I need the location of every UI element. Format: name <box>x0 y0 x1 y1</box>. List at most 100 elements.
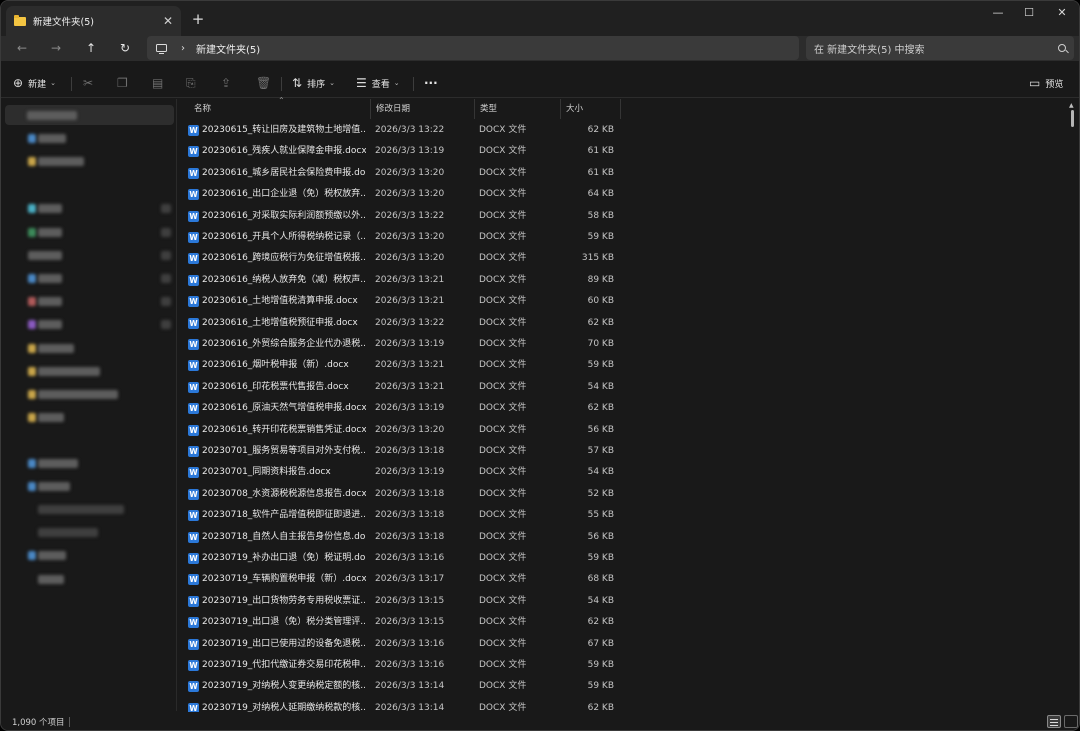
table-row[interactable]: W 20230719_补办出口退（免）税证明.do... 2026/3/3 13:1… <box>186 548 620 569</box>
table-row[interactable]: W 20230616_跨境应税行为免征增值税报... 2026/3/3 13:20 D… <box>186 248 620 269</box>
file-name[interactable]: 20230719_出口已使用过的设备免退税... <box>202 634 366 655</box>
file-name[interactable]: 20230701_服务贸易等项目对外支付税... <box>202 441 366 462</box>
sidebar-item-blurred[interactable] <box>38 320 62 329</box>
file-name[interactable]: 20230719_补办出口退（免）税证明.do... <box>202 548 366 569</box>
table-row[interactable]: W 20230719_出口货物劳务专用税收票证... 2026/3/3 13:15 D… <box>186 591 620 612</box>
new-tab-button[interactable]: + <box>189 10 207 28</box>
sidebar-item-blurred[interactable] <box>38 204 62 213</box>
sidebar-item-blurred[interactable] <box>38 482 70 491</box>
file-name[interactable]: 20230616_城乡居民社会保险费申报.do... <box>202 163 366 184</box>
breadcrumb-separator-icon[interactable]: › <box>181 43 185 54</box>
file-name[interactable]: 20230616_跨境应税行为免征增值税报... <box>202 248 366 269</box>
table-row[interactable]: W 20230719_对纳税人变更纳税定额的核... 2026/3/3 13:14 D… <box>186 676 620 697</box>
column-divider[interactable] <box>620 99 621 119</box>
search-placeholder[interactable]: 在 新建文件夹(5) 中搜索 <box>814 41 1058 56</box>
search-box[interactable]: 在 新建文件夹(5) 中搜索 <box>806 36 1074 60</box>
file-name[interactable]: 20230616_开具个人所得税纳税记录（... <box>202 227 366 248</box>
file-name[interactable]: 20230615_转让旧房及建筑物土地增值... <box>202 120 366 141</box>
delete-button[interactable]: 🗑 <box>256 73 276 93</box>
tab-folder[interactable]: 新建文件夹(5) ✕ <box>6 6 181 36</box>
file-name[interactable]: 20230616_原油天然气增值税申报.docx <box>202 398 366 419</box>
column-header-date[interactable]: 修改日期 <box>370 99 474 119</box>
sidebar-item-blurred[interactable] <box>38 344 74 353</box>
file-name[interactable]: 20230719_出口货物劳务专用税收票证... <box>202 591 366 612</box>
file-name[interactable]: 20230616_出口企业退（免）税权放弃... <box>202 184 366 205</box>
table-row[interactable]: W 20230616_转开印花税票销售凭证.docx 2026/3/3 13:20 D… <box>186 420 620 441</box>
table-row[interactable]: W 20230615_转让旧房及建筑物土地增值... 2026/3/3 13:22 D… <box>186 120 620 141</box>
table-row[interactable]: W 20230719_出口退（免）税分类管理评... 2026/3/3 13:15 D… <box>186 612 620 633</box>
large-icons-view-button[interactable] <box>1064 715 1078 728</box>
file-name[interactable]: 20230616_烟叶税申报（新）.docx <box>202 355 366 376</box>
table-row[interactable]: W 20230616_烟叶税申报（新）.docx 2026/3/3 13:21 DOC… <box>186 355 620 376</box>
column-header-type[interactable]: 类型 <box>474 99 560 119</box>
table-row[interactable]: W 20230708_水资源税税源信息报告.docx 2026/3/3 13:18 D… <box>186 484 620 505</box>
sidebar-item-blurred[interactable] <box>27 111 77 120</box>
table-row[interactable]: W 20230616_城乡居民社会保险费申报.do... 2026/3/3 13:2… <box>186 163 620 184</box>
rename-button[interactable]: ⎘ <box>186 73 201 93</box>
sidebar-item-blurred[interactable] <box>38 367 100 376</box>
sidebar-item-blurred[interactable] <box>38 551 66 560</box>
address-bar[interactable]: › 新建文件夹(5) <box>147 36 799 60</box>
column-header-name[interactable]: 名称 <box>188 99 372 119</box>
sidebar-item-blurred[interactable] <box>38 228 62 237</box>
file-name[interactable]: 20230616_对采取实际利润额预缴以外... <box>202 206 366 227</box>
file-name[interactable]: 20230719_对纳税人变更纳税定额的核... <box>202 676 366 697</box>
file-name[interactable]: 20230719_出口退（免）税分类管理评... <box>202 612 366 633</box>
table-row[interactable]: W 20230719_车辆购置税申报（新）.docx 2026/3/3 13:17 D… <box>186 569 620 590</box>
more-options-button[interactable]: ··· <box>424 73 438 93</box>
up-button[interactable]: ↑ <box>78 36 104 61</box>
forward-button[interactable]: → <box>43 36 69 61</box>
sidebar-item-blurred[interactable] <box>38 157 84 166</box>
maximize-button-real[interactable]: ☐ <box>1012 1 1046 25</box>
table-row[interactable]: W 20230616_开具个人所得税纳税记录（... 2026/3/3 13:20 D… <box>186 227 620 248</box>
sidebar-item-blurred[interactable] <box>38 274 62 283</box>
scroll-up-icon[interactable]: ▲ <box>1069 102 1074 109</box>
sidebar-item-blurred[interactable] <box>38 390 118 399</box>
this-pc-icon[interactable] <box>156 44 167 55</box>
file-name[interactable]: 20230719_代扣代缴证券交易印花税申... <box>202 655 366 676</box>
file-name[interactable]: 20230616_外贸综合服务企业代办退税... <box>202 334 366 355</box>
sidebar-item-blurred[interactable] <box>38 413 64 422</box>
file-name[interactable]: 20230719_车辆购置税申报（新）.docx <box>202 569 366 590</box>
sidebar-item-blurred[interactable] <box>38 575 64 584</box>
close-window-button[interactable]: ✕ <box>1045 1 1079 25</box>
table-row[interactable]: W 20230616_残疾人就业保障金申报.docx 2026/3/3 13:19 D… <box>186 141 620 162</box>
table-row[interactable]: W 20230701_服务贸易等项目对外支付税... 2026/3/3 13:18 D… <box>186 441 620 462</box>
file-name[interactable]: 20230616_印花税票代售报告.docx <box>202 377 366 398</box>
table-row[interactable]: W 20230616_土地增值税清算申报.docx 2026/3/3 13:21 DO… <box>186 291 620 312</box>
sort-button[interactable]: ⇅ 排序 ⌄ <box>292 73 335 93</box>
table-row[interactable]: W 20230718_软件产品增值税即征即退进... 2026/3/3 13:18 D… <box>186 505 620 526</box>
file-name[interactable]: 20230616_残疾人就业保障金申报.docx <box>202 141 366 162</box>
view-button[interactable]: ☰ 查看 ⌄ <box>356 73 400 93</box>
sidebar-item-blurred[interactable] <box>38 297 62 306</box>
back-button[interactable]: ← <box>9 36 35 61</box>
table-row[interactable]: W 20230718_自然人自主报告身份信息.do... 2026/3/3 13:1… <box>186 527 620 548</box>
file-name[interactable]: 20230708_水资源税税源信息报告.docx <box>202 484 366 505</box>
vertical-scrollbar[interactable] <box>1071 110 1074 127</box>
file-name[interactable]: 20230616_土地增值税清算申报.docx <box>202 291 366 312</box>
copy-button[interactable]: ❐ <box>117 73 133 93</box>
sidebar-item-blurred[interactable] <box>38 459 78 468</box>
paste-button[interactable]: ▤ <box>152 73 168 93</box>
refresh-button[interactable]: ↻ <box>112 36 138 61</box>
file-name[interactable]: 20230616_转开印花税票销售凭证.docx <box>202 420 366 441</box>
column-header-size[interactable]: 大小 <box>560 99 620 119</box>
file-name[interactable]: 20230616_土地增值税预征申报.docx <box>202 313 366 334</box>
file-name[interactable]: 20230616_纳税人放弃免（减）税权声... <box>202 270 366 291</box>
details-view-button[interactable] <box>1047 715 1061 728</box>
new-button[interactable]: ⊕ 新建 ⌄ <box>13 73 56 93</box>
table-row[interactable]: W 20230616_外贸综合服务企业代办退税... 2026/3/3 13:19 D… <box>186 334 620 355</box>
sidebar-item-blurred[interactable] <box>28 251 62 260</box>
table-row[interactable]: W 20230719_代扣代缴证券交易印花税申... 2026/3/3 13:16 D… <box>186 655 620 676</box>
sidebar-item-blurred[interactable] <box>38 528 98 537</box>
table-row[interactable]: W 20230616_纳税人放弃免（减）税权声... 2026/3/3 13:21 D… <box>186 270 620 291</box>
breadcrumb-current-folder[interactable]: 新建文件夹(5) <box>196 41 260 56</box>
table-row[interactable]: W 20230719_出口已使用过的设备免退税... 2026/3/3 13:16 D… <box>186 634 620 655</box>
sidebar-item-blurred[interactable] <box>38 134 66 143</box>
table-row[interactable]: W 20230616_土地增值税预征申报.docx 2026/3/3 13:22 DO… <box>186 313 620 334</box>
preview-pane-button[interactable]: ▭ 预览 <box>1029 73 1063 93</box>
share-button[interactable]: ⇪ <box>221 73 236 93</box>
file-name[interactable]: 20230701_同期资料报告.docx <box>202 462 366 483</box>
file-name[interactable]: 20230718_软件产品增值税即征即退进... <box>202 505 366 526</box>
sidebar-item-blurred[interactable] <box>38 505 124 514</box>
